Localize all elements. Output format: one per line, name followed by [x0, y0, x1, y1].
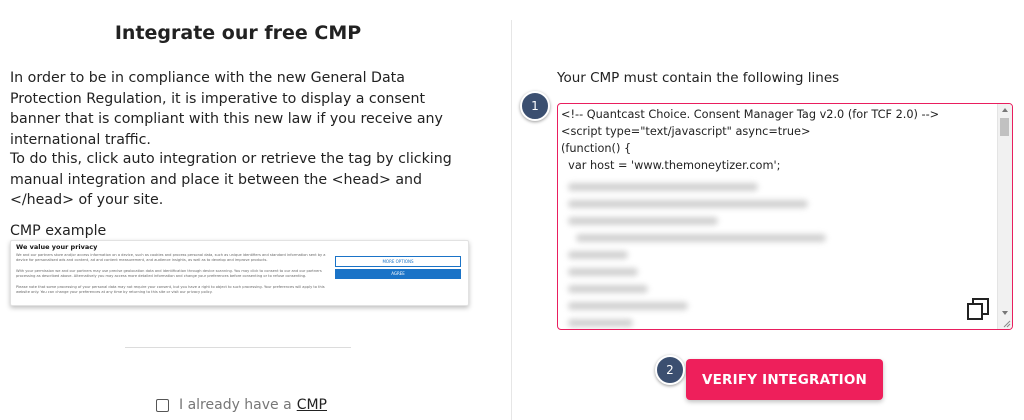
- blurred-code-line: [568, 285, 648, 293]
- blurred-code-line: [568, 183, 758, 191]
- code-line: <script type="text/javascript" async=tru…: [561, 125, 811, 138]
- cmp-link[interactable]: CMP: [297, 397, 327, 413]
- blurred-code-line: [568, 217, 718, 225]
- blurred-code-line: [568, 200, 808, 208]
- verify-integration-button[interactable]: VERIFY INTEGRATION: [686, 359, 883, 400]
- checkbox-label: I already have a: [179, 397, 292, 413]
- compliance-paragraph: In order to be in compliance with the ne…: [10, 70, 443, 148]
- scroll-down-icon[interactable]: [1002, 311, 1008, 315]
- scrollbar[interactable]: [997, 104, 1012, 329]
- divider-line: [125, 347, 351, 348]
- scroll-up-icon[interactable]: [1002, 108, 1008, 112]
- already-have-cmp-row[interactable]: I already have a CMP: [156, 396, 327, 414]
- cmp-example-label: CMP example: [10, 223, 107, 239]
- example-title: We value your privacy: [16, 243, 98, 251]
- example-agree-button: AGREE: [335, 269, 461, 279]
- code-line: var host = 'www.themoneytizer.com';: [561, 159, 781, 172]
- instructions-paragraph: To do this, click auto integration or re…: [10, 151, 452, 208]
- resize-handle-icon[interactable]: [1003, 320, 1011, 328]
- blurred-code-line: [576, 234, 826, 242]
- blurred-code-line: [568, 302, 688, 310]
- blurred-code-line: [568, 251, 628, 259]
- step-badge-2: 2: [655, 355, 685, 385]
- left-panel: Integrate our free CMP In order to be in…: [0, 0, 510, 420]
- code-line: <!-- Quantcast Choice. Consent Manager T…: [561, 108, 940, 121]
- page-title: Integrate our free CMP: [114, 22, 362, 44]
- example-text: We and our partners store and/or access …: [16, 253, 326, 262]
- blurred-code-line: [568, 319, 633, 327]
- right-panel: Your CMP must contain the following line…: [512, 0, 1024, 420]
- blurred-code-line: [568, 268, 638, 276]
- step-badge-1: 1: [520, 91, 550, 121]
- code-line: (function() {: [561, 142, 632, 155]
- example-text: With your permission we and our partners…: [16, 269, 322, 278]
- copy-icon[interactable]: [966, 297, 990, 321]
- example-text: Please note that some processing of your…: [16, 285, 325, 294]
- scroll-thumb[interactable]: [1000, 118, 1009, 136]
- already-have-cmp-checkbox[interactable]: [156, 398, 169, 412]
- cmp-code-textarea[interactable]: <!-- Quantcast Choice. Consent Manager T…: [557, 103, 1013, 330]
- cmp-instruction: Your CMP must contain the following line…: [557, 70, 840, 86]
- example-more-options-button: MORE OPTIONS: [335, 256, 461, 267]
- cmp-example-image: We value your privacy We and our partner…: [10, 240, 469, 306]
